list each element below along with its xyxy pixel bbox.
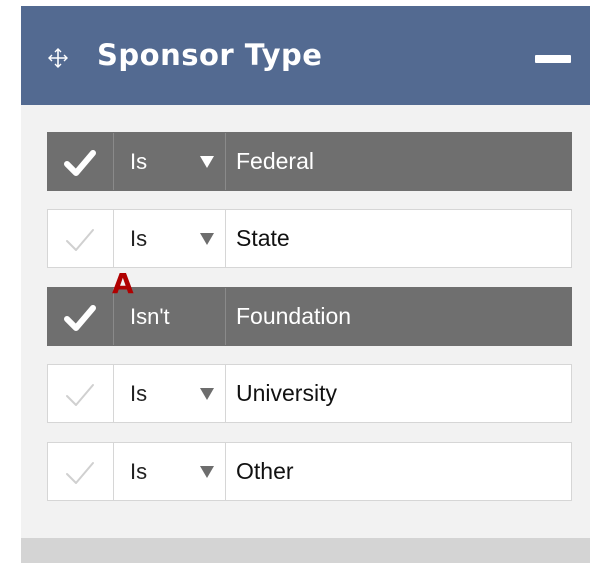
filter-value: State [226,210,571,267]
collapse-button[interactable] [518,46,574,72]
checkmark-icon [64,150,96,176]
dropdown-arrow-icon [200,388,214,400]
operator-label: Is [130,226,148,251]
filter-checkbox[interactable] [48,443,114,500]
panel-footer [21,538,590,563]
filter-row[interactable]: Is Federal [47,132,572,191]
filter-value-label: Federal [236,148,314,174]
operator-dropdown[interactable]: Is [114,210,226,267]
operator-label: Is [130,459,148,484]
dropdown-arrow-icon [200,233,214,245]
operator-dropdown[interactable]: Is [114,133,226,190]
filter-value: University [226,365,571,422]
filter-value-label: Foundation [236,303,352,329]
panel-title: Sponsor Type [97,38,323,72]
filter-checkbox[interactable] [48,365,114,422]
operator-dropdown[interactable]: Is [114,443,226,500]
move-cross-icon[interactable] [48,48,68,68]
checkmark-outline-icon [66,384,94,406]
filter-value-label: State [236,225,290,251]
checkmark-icon [64,305,96,331]
panel-header: Sponsor Type [21,6,590,105]
filter-checkbox[interactable] [48,210,114,267]
checkmark-outline-icon [66,229,94,251]
operator-dropdown[interactable]: Is [114,365,226,422]
checkmark-outline-icon [66,462,94,484]
operator-label: Is [130,381,148,406]
filter-checkbox[interactable] [48,133,114,190]
operator-label: Isn't [130,304,170,329]
annotation-marker: A [112,267,134,300]
filter-value: Other [226,443,571,500]
filter-value-label: University [236,380,337,406]
filter-value: Foundation [226,288,571,345]
dropdown-arrow-icon [200,466,214,478]
filter-row[interactable]: Is State [47,209,572,268]
dropdown-arrow-icon [200,156,214,168]
filter-row[interactable]: Is University [47,364,572,423]
operator-label: Is [130,149,148,174]
minus-icon [535,55,571,63]
sponsor-type-panel: Sponsor Type Is Federal Is State Isn't Founda… [21,6,590,563]
filter-value: Federal [226,133,571,190]
filter-value-label: Other [236,458,294,484]
filter-checkbox[interactable] [48,288,114,345]
filter-row[interactable]: Is Other [47,442,572,501]
